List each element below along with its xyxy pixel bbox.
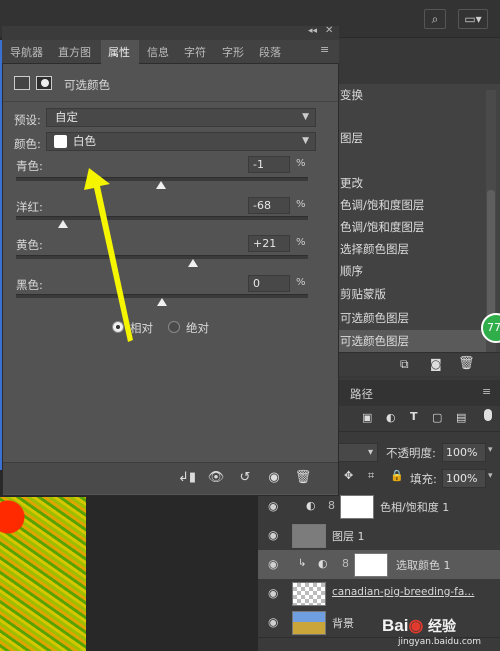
trash-icon[interactable]: 🗑 (292, 467, 314, 489)
arrow-shape (84, 168, 133, 342)
reset-icon[interactable]: ↺ (234, 467, 256, 489)
visibility-icon[interactable]: ◉ (263, 467, 285, 489)
annotation-arrow-icon (84, 168, 133, 342)
properties-footer (3, 462, 338, 494)
clip-to-layer-icon[interactable]: ↲▮ (176, 467, 198, 489)
view-previous-icon[interactable]: 👁 (205, 467, 227, 489)
